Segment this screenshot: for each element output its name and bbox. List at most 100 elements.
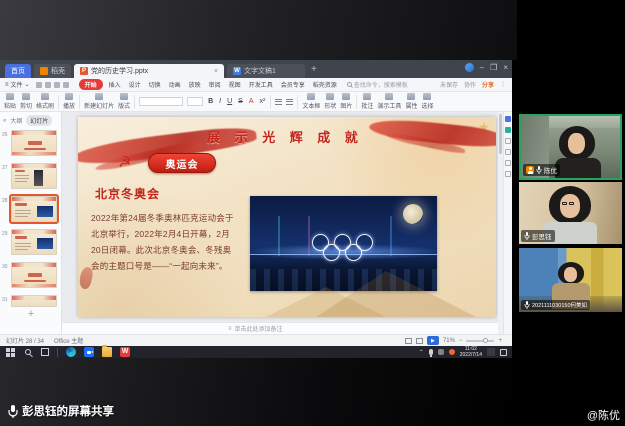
- layout-button[interactable]: 版式: [118, 93, 130, 110]
- font-name-select[interactable]: [139, 97, 183, 106]
- new-slide-button[interactable]: 新建幻灯片: [84, 93, 114, 110]
- ribbon-tab-slideshow[interactable]: 放映: [187, 79, 203, 90]
- sorter-view-icon[interactable]: [416, 338, 423, 344]
- play-from-current-button[interactable]: 播放: [63, 93, 75, 110]
- maximize-button[interactable]: ❐: [490, 63, 497, 72]
- more-icon[interactable]: ⋮: [500, 81, 506, 88]
- ribbon-tab-view[interactable]: 视图: [227, 79, 243, 90]
- font-size-select[interactable]: [187, 97, 203, 106]
- undo-icon[interactable]: [54, 82, 60, 88]
- format-painter-button[interactable]: 格式刷: [36, 93, 54, 110]
- normal-view-icon[interactable]: [405, 338, 412, 344]
- tray-mic-icon[interactable]: [429, 349, 433, 355]
- ribbon-tab-review[interactable]: 审阅: [207, 79, 223, 90]
- decor-mountain: [316, 271, 476, 317]
- slide-thumbnail-29[interactable]: [11, 229, 57, 255]
- task-view-icon[interactable]: [41, 348, 49, 356]
- notes-bar[interactable]: ≡ 单击此处添加备注: [62, 322, 498, 334]
- tab-close-icon[interactable]: ×: [214, 68, 218, 75]
- taskbar-search-icon[interactable]: [25, 349, 31, 355]
- tab-presentation-file[interactable]: P 党的历史学习.pptx ×: [74, 64, 224, 78]
- collapse-panel-icon[interactable]: «: [3, 118, 6, 124]
- comment-button[interactable]: 批注: [361, 93, 373, 110]
- ribbon-tab-member[interactable]: 会员专享: [279, 79, 307, 90]
- text-box-button[interactable]: 文本框: [302, 93, 320, 110]
- picture-icon: [342, 93, 350, 100]
- picture-button[interactable]: 图片: [340, 93, 352, 110]
- select-button[interactable]: 选择: [421, 93, 433, 110]
- tab-text-document[interactable]: W 文字文稿1: [227, 64, 305, 78]
- zoom-slider[interactable]: [466, 340, 494, 342]
- collab-button[interactable]: 协作: [464, 80, 476, 89]
- tencent-meeting-icon[interactable]: [84, 347, 94, 357]
- video-tile-chenyou[interactable]: 陈优: [519, 114, 622, 180]
- slide-28[interactable]: ★ 展 示 光 辉 成 就 ☭ 奥运会 北京冬奥会 2022年第24届冬季奥林匹…: [78, 117, 496, 317]
- tray-recording-icon[interactable]: [449, 349, 455, 355]
- tray-input-icon[interactable]: [438, 349, 444, 355]
- taskpane-member-icon[interactable]: [505, 116, 511, 122]
- start-button[interactable]: [6, 348, 15, 357]
- account-avatar[interactable]: [465, 63, 474, 72]
- redo-icon[interactable]: [63, 82, 69, 88]
- zoom-in-button[interactable]: +: [498, 338, 502, 344]
- tab-wps-home[interactable]: 首页: [5, 64, 31, 78]
- slideshow-play-button[interactable]: ▶: [427, 336, 439, 345]
- tray-chevron-up-icon[interactable]: ⌃: [419, 349, 424, 356]
- paste-button[interactable]: 粘贴: [4, 93, 16, 110]
- ribbon-tab-transition[interactable]: 切换: [147, 79, 163, 90]
- minimize-button[interactable]: –: [480, 63, 484, 72]
- new-tab-button[interactable]: +: [311, 64, 317, 75]
- slides-tab[interactable]: 幻灯片: [26, 115, 52, 126]
- ribbon-tab-home[interactable]: 开始: [79, 79, 103, 90]
- taskbar-clock[interactable]: 11:02 2022/7/14: [460, 346, 482, 358]
- tray-app-icon[interactable]: [487, 348, 495, 356]
- add-slide-button[interactable]: +: [0, 308, 62, 320]
- slide-number: 27: [2, 165, 8, 171]
- search-icon: [347, 82, 352, 87]
- save-icon[interactable]: [36, 82, 42, 88]
- participant-label: 陈优: [523, 164, 560, 176]
- align-left-button[interactable]: [275, 99, 282, 105]
- italic-button[interactable]: I: [218, 98, 222, 105]
- file-explorer-icon[interactable]: [102, 347, 112, 357]
- ribbon-tab-design[interactable]: 设计: [127, 79, 143, 90]
- video-tile-student[interactable]: 2021111030150何美如: [519, 248, 622, 312]
- ribbon-tab-docer-res[interactable]: 稻壳资源: [311, 79, 339, 90]
- taskpane-anim-icon[interactable]: [505, 149, 511, 155]
- file-menu[interactable]: ≡ 文件 ⌄: [5, 80, 30, 89]
- shape-button[interactable]: 形状: [324, 93, 336, 110]
- video-tile-pengsiyu[interactable]: 彭思钰: [519, 182, 622, 244]
- taskpane-collab-icon[interactable]: [505, 127, 511, 133]
- taskpane-style-icon[interactable]: [505, 138, 511, 144]
- present-tools-button[interactable]: 演示工具: [377, 93, 401, 110]
- properties-button[interactable]: 属性: [405, 93, 417, 110]
- ribbon-tab-animation[interactable]: 动画: [167, 79, 183, 90]
- slide-thumbnail-26[interactable]: [11, 130, 57, 156]
- align-center-button[interactable]: [286, 99, 293, 105]
- ribbon-tab-devtools[interactable]: 开发工具: [247, 79, 275, 90]
- font-color-button[interactable]: A: [248, 98, 255, 105]
- strikethrough-button[interactable]: S: [237, 98, 244, 105]
- zoom-slider-knob[interactable]: [483, 338, 488, 343]
- wps-office-icon[interactable]: W: [120, 347, 130, 357]
- close-button[interactable]: ×: [503, 63, 508, 72]
- slide-thumbnail-30[interactable]: [11, 262, 57, 288]
- browser-icon[interactable]: [66, 347, 76, 357]
- action-center-icon[interactable]: [500, 349, 507, 356]
- slide-thumbnail-28-current[interactable]: [11, 196, 57, 222]
- taskpane-settings-icon[interactable]: [505, 171, 511, 177]
- taskpane-history-icon[interactable]: [505, 160, 511, 166]
- slide-thumbnail-31[interactable]: [11, 295, 57, 307]
- print-icon[interactable]: [45, 82, 51, 88]
- slide-thumbnail-27[interactable]: [11, 163, 57, 189]
- bold-button[interactable]: B: [207, 98, 214, 105]
- ribbon-tab-insert[interactable]: 插入: [107, 79, 123, 90]
- tab-docer[interactable]: 稻壳: [34, 64, 71, 78]
- zoom-out-button[interactable]: −: [459, 338, 463, 344]
- share-button[interactable]: 分享: [482, 80, 494, 89]
- command-search[interactable]: 查找命令，搜索模板: [347, 80, 408, 89]
- outline-tab[interactable]: 大纲: [10, 116, 22, 125]
- cut-button[interactable]: 剪切: [20, 93, 32, 110]
- superscript-button[interactable]: x²: [259, 98, 267, 105]
- underline-button[interactable]: U: [226, 98, 233, 105]
